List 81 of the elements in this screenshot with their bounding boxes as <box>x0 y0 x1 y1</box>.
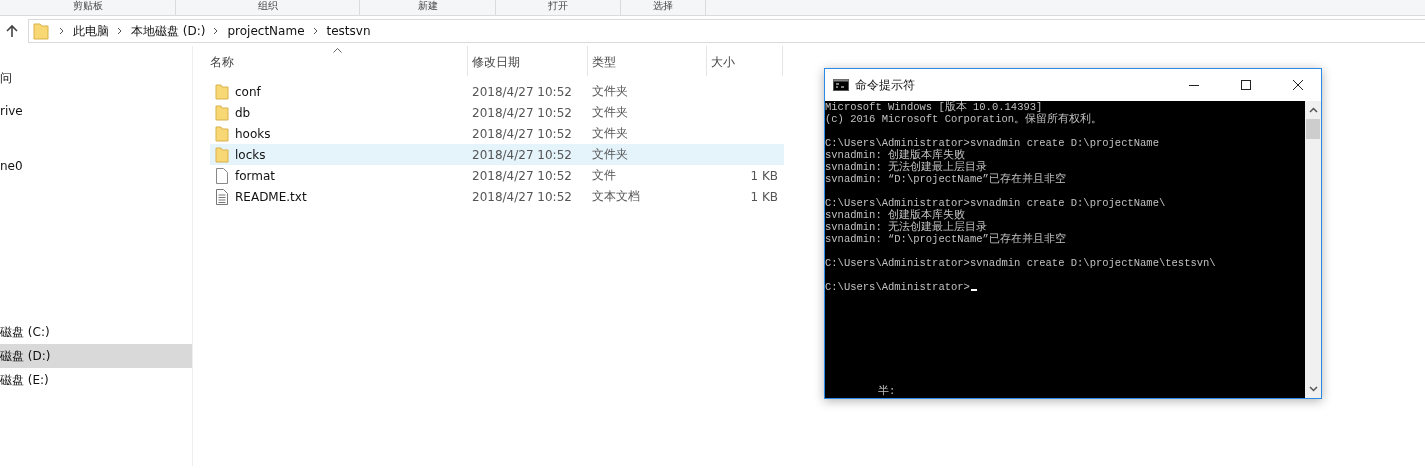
file-row[interactable]: README.txt 2018/4/27 10:52 文本文档 1 KB <box>210 186 784 207</box>
file-row[interactable]: db 2018/4/27 10:52 文件夹 <box>210 102 784 123</box>
date-cell-text: 2018/4/27 10:52 <box>471 189 573 204</box>
scroll-up-icon[interactable] <box>1308 107 1318 113</box>
date-cell-text: 2018/4/27 10:52 <box>471 168 573 183</box>
console-line: svnadmin: 无法创建最上层目录 <box>825 161 988 173</box>
date-cell-text: 2018/4/27 10:52 <box>471 126 573 141</box>
close-icon[interactable] <box>1292 79 1304 91</box>
drive-item[interactable]: 磁盘 (C:) <box>0 320 192 344</box>
sort-caret-icon <box>333 48 342 53</box>
date-cell-text: 2018/4/27 10:52 <box>471 147 573 162</box>
size-cell: 1 KB <box>750 189 778 204</box>
date-cell-text: 2018/4/27 10:52 <box>471 105 573 120</box>
window-title: 命令提示符 <box>855 76 915 94</box>
nav-item[interactable]: 问 <box>0 66 192 90</box>
file-row[interactable]: locks 2018/4/27 10:52 文件夹 <box>210 144 784 165</box>
ribbon-group-label: 打开 <box>496 0 621 15</box>
column-header[interactable]: 名称 <box>210 46 468 76</box>
type-cell-text: 文件夹 <box>591 83 629 100</box>
file-icon <box>215 167 229 184</box>
file-row[interactable]: format 2018/4/27 10:52 文件 1 KB <box>210 165 784 186</box>
type-cell-text: 文件夹 <box>591 104 629 121</box>
breadcrumb[interactable]: 此电脑 <box>73 22 109 40</box>
console-line: Microsoft Windows [版本 10.0.14393] <box>825 101 1043 113</box>
folder-icon <box>215 83 229 100</box>
breadcrumb[interactable]: projectName <box>227 24 305 38</box>
nav-item[interactable]: ne0 <box>0 154 192 178</box>
ribbon-group-label: 新建 <box>360 0 496 15</box>
console-line: (c) 2016 Microsoft Corporation。保留所有权利。 <box>825 113 1104 125</box>
chevron-icon[interactable] <box>59 27 65 35</box>
breadcrumb[interactable]: 本地磁盘 (D:) <box>131 22 206 40</box>
chevron-icon[interactable] <box>213 27 220 35</box>
type-cell-text: 文件夹 <box>591 146 629 163</box>
file-name: db <box>235 105 251 120</box>
file-name: locks <box>235 147 266 162</box>
file-name: conf <box>235 84 261 99</box>
maximize-icon[interactable] <box>1240 79 1252 91</box>
type-cell-text: 文件夹 <box>591 125 629 142</box>
chevron-icon[interactable] <box>117 27 123 35</box>
file-name: format <box>235 168 276 183</box>
file-row[interactable]: conf 2018/4/27 10:52 文件夹 <box>210 81 784 102</box>
folder-icon <box>215 104 229 121</box>
column-header[interactable]: 类型 <box>588 46 707 76</box>
date-cell-text: 2018/4/27 10:52 <box>471 84 573 99</box>
file-name: hooks <box>235 126 271 141</box>
console-line: C:\Users\Administrator>svnadmin create D:\projectName\ <box>825 197 1167 209</box>
scrollbar[interactable] <box>1305 101 1321 398</box>
console-prompt: C:\Users\Administrator> <box>825 281 970 293</box>
file-name: README.txt <box>235 189 307 204</box>
console-line: svnadmin: 无法创建最上层目录 <box>825 221 988 233</box>
chevron-icon[interactable] <box>312 27 319 35</box>
folder-icon <box>215 125 229 142</box>
drive-item[interactable]: 磁盘 (D:) <box>0 344 192 368</box>
console-line: C:\Users\Administrator>svnadmin create D:\projectName\testsvn\ <box>825 257 1217 269</box>
text-cursor <box>970 289 977 291</box>
ime-status: 半: <box>878 385 896 397</box>
address-bar[interactable]: 此电脑 本地磁盘 (D:) projectName testsvn <box>28 19 1425 43</box>
console-icon <box>833 79 849 91</box>
ribbon-group-label: 组织 <box>176 0 360 15</box>
ribbon-group-label: 选择 <box>621 0 706 15</box>
console-line: svnadmin: “D:\projectName”已存在并且非空 <box>825 233 1067 245</box>
nav-item[interactable]: rive <box>0 99 192 123</box>
type-cell-text: 文件 <box>591 167 617 184</box>
scroll-down-icon[interactable] <box>1308 386 1318 392</box>
console-line: C:\Users\Administrator>svnadmin create D:\projectName <box>825 137 1160 149</box>
text-file-icon <box>215 188 229 205</box>
folder-icon <box>215 146 229 163</box>
up-arrow-icon[interactable] <box>5 24 19 38</box>
folder-icon <box>33 22 49 40</box>
column-header[interactable]: 修改日期 <box>468 46 588 76</box>
console-line: svnadmin: 创建版本库失败 <box>825 149 966 161</box>
file-row[interactable]: hooks 2018/4/27 10:52 文件夹 <box>210 123 784 144</box>
console-line: svnadmin: “D:\projectName”已存在并且非空 <box>825 173 1067 185</box>
type-cell-text: 文本文档 <box>591 188 641 205</box>
ribbon-group-label: 剪贴板 <box>0 0 176 15</box>
column-header[interactable]: 大小 <box>707 46 783 76</box>
scroll-thumb[interactable] <box>1306 119 1320 139</box>
console-line: svnadmin: 创建版本库失败 <box>825 209 966 221</box>
size-cell: 1 KB <box>750 168 778 183</box>
breadcrumb[interactable]: testsvn <box>326 24 371 38</box>
drive-item[interactable]: 磁盘 (E:) <box>0 368 192 392</box>
